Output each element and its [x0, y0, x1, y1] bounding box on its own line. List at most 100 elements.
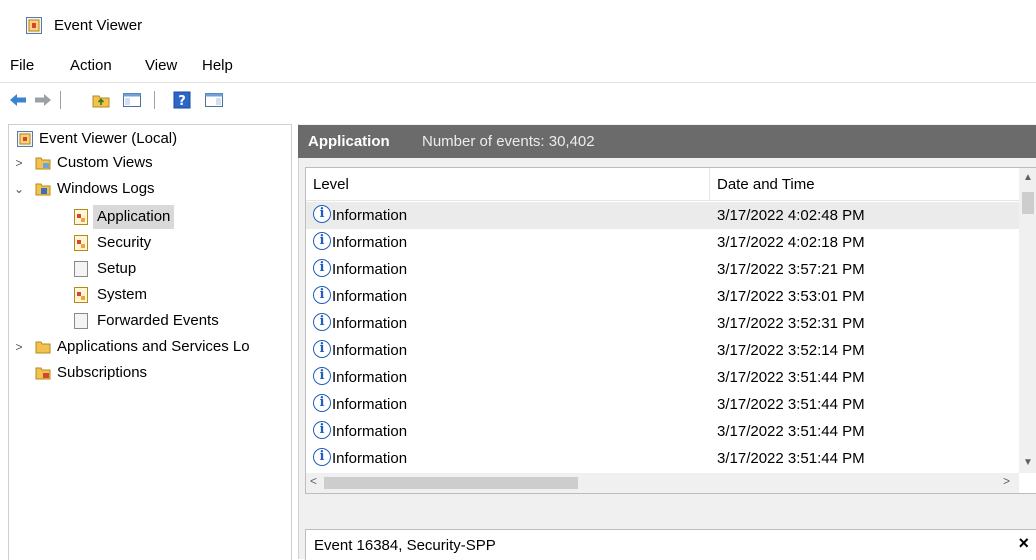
forward-arrow-icon[interactable] [33, 91, 53, 109]
table-row[interactable]: iInformation 3/17/2022 3:51:44 PM [306, 391, 1019, 418]
tree-label: Event Viewer (Local) [39, 130, 178, 147]
information-icon: i [313, 448, 331, 466]
table-row[interactable]: i Information 3/17/2022 3:52:14 PM [306, 337, 1019, 364]
log-title: Application [308, 133, 390, 150]
help-icon[interactable]: ? [172, 91, 192, 109]
folder-icon [35, 183, 51, 196]
tree-item-system[interactable]: System [9, 283, 291, 307]
log-icon [74, 287, 88, 303]
tree-item-applications-and-services[interactable]: > Applications and Services Lo [9, 335, 291, 359]
information-icon: i [313, 367, 331, 385]
grid-header: Level Date and Time [306, 168, 1036, 201]
show-hide-console-tree-icon[interactable] [122, 91, 142, 109]
event-datetime: 3/17/2022 3:57:21 PM [717, 261, 865, 278]
vertical-scrollbar[interactable]: ▲ ▼ [1019, 168, 1036, 473]
table-row[interactable]: i Information 3/17/2022 3:52:31 PM [306, 310, 1019, 337]
event-datetime: 3/17/2022 3:53:01 PM [717, 288, 865, 305]
tree-label: Subscriptions [57, 364, 148, 381]
table-row[interactable]: iInformation 3/17/2022 3:51:44 PM [306, 445, 1019, 472]
menu-action[interactable]: Action [68, 56, 114, 75]
log-header: Application Number of events: 30,402 [298, 125, 1036, 158]
events-grid: Level Date and Time i Information 3/17/202… [305, 167, 1036, 494]
event-level: Information [332, 396, 408, 413]
event-datetime: 3/17/2022 3:51:44 PM [717, 396, 865, 413]
column-divider[interactable] [709, 168, 710, 200]
tree-label: Setup [97, 260, 137, 277]
tree-item-application[interactable]: Application [9, 205, 291, 229]
tree-item-custom-views[interactable]: > Custom Views [9, 151, 291, 175]
subscriptions-icon [35, 367, 51, 380]
title-bar: Event Viewer [0, 0, 1036, 50]
table-row[interactable]: i Information 3/17/2022 4:02:48 PM [306, 202, 1019, 229]
event-level: Information [332, 315, 408, 332]
tree-item-setup[interactable]: Setup [9, 257, 291, 281]
close-icon[interactable]: × [1018, 533, 1029, 554]
tree-label: Custom Views [57, 154, 153, 171]
folder-icon [35, 157, 51, 170]
table-row[interactable]: i Information 3/17/2022 4:02:18 PM [306, 229, 1019, 256]
table-row[interactable]: i Information 3/17/2022 3:53:01 PM [306, 283, 1019, 310]
log-icon [74, 209, 88, 225]
column-header-date-and-time[interactable]: Date and Time [717, 176, 815, 193]
event-level: Information [332, 207, 408, 224]
scroll-thumb[interactable] [1022, 192, 1034, 214]
tree-label: Security [97, 234, 152, 251]
column-header-level[interactable]: Level [313, 176, 349, 193]
svg-text:?: ? [178, 94, 186, 109]
event-datetime: 3/17/2022 3:51:44 PM [717, 423, 865, 440]
toolbar-separator [60, 91, 61, 109]
information-icon: i [313, 232, 331, 250]
event-datetime: 3/17/2022 3:52:31 PM [717, 315, 865, 332]
tree-item-security[interactable]: Security [9, 231, 291, 255]
tree-label: Windows Logs [57, 180, 155, 197]
scroll-down-arrow-icon[interactable]: ▼ [1019, 457, 1036, 468]
up-folder-icon[interactable] [91, 91, 111, 109]
event-details-title: Event 16384, Security-SPP [314, 537, 496, 554]
event-level: Information [332, 369, 408, 386]
event-viewer-icon [17, 131, 33, 147]
tree-item-event-viewer-local[interactable]: Event Viewer (Local) [9, 127, 291, 151]
information-icon: i [313, 421, 331, 439]
chevron-right-icon[interactable]: > [13, 151, 25, 175]
chevron-down-icon[interactable]: ⌄ [13, 177, 25, 201]
console-tree: Event Viewer (Local) > Custom Views ⌄ Wi… [8, 124, 292, 560]
table-row[interactable]: iInformation 3/17/2022 3:51:44 PM [306, 418, 1019, 445]
information-icon: i [313, 394, 331, 412]
table-row[interactable]: i Information 3/17/2022 3:57:21 PM [306, 256, 1019, 283]
information-icon: i [313, 286, 331, 304]
event-level: Information [332, 450, 408, 467]
table-row[interactable]: iInformation 3/17/2022 3:51:44 PM [306, 364, 1019, 391]
tree-label: System [97, 286, 148, 303]
tree-item-subscriptions[interactable]: Subscriptions [9, 361, 291, 385]
event-datetime: 3/17/2022 4:02:18 PM [717, 234, 865, 251]
scroll-left-arrow-icon[interactable]: < [310, 474, 317, 488]
event-viewer-icon [26, 17, 42, 34]
menu-file[interactable]: File [8, 56, 36, 75]
tree-label: Application [93, 205, 175, 229]
horizontal-scrollbar[interactable]: < > [306, 473, 1019, 493]
tree-item-forwarded-events[interactable]: Forwarded Events [9, 309, 291, 333]
event-level: Information [332, 342, 408, 359]
tree-item-windows-logs[interactable]: ⌄ Windows Logs [9, 177, 291, 201]
event-datetime: 3/17/2022 3:52:14 PM [717, 342, 865, 359]
scroll-up-arrow-icon[interactable]: ▲ [1019, 172, 1036, 183]
information-icon: i [313, 313, 331, 331]
show-hide-action-pane-icon[interactable] [204, 91, 224, 109]
information-icon: i [313, 205, 331, 223]
toolbar-separator [154, 91, 155, 109]
chevron-right-icon[interactable]: > [13, 335, 25, 359]
back-arrow-icon[interactable] [8, 91, 28, 109]
tree-label: Forwarded Events [97, 312, 219, 329]
event-level: Information [332, 423, 408, 440]
menu-help[interactable]: Help [200, 56, 235, 75]
scroll-thumb[interactable] [324, 477, 578, 489]
event-level: Information [332, 288, 408, 305]
tree-label: Applications and Services Lo [57, 338, 250, 355]
window-title: Event Viewer [54, 17, 143, 34]
menu-view[interactable]: View [143, 56, 179, 75]
menu-bar: File Action View Help [0, 50, 1036, 82]
scroll-right-arrow-icon[interactable]: > [1003, 474, 1010, 488]
log-icon [74, 313, 88, 329]
toolbar: ? [0, 82, 1036, 117]
event-datetime: 3/17/2022 4:02:48 PM [717, 207, 865, 224]
